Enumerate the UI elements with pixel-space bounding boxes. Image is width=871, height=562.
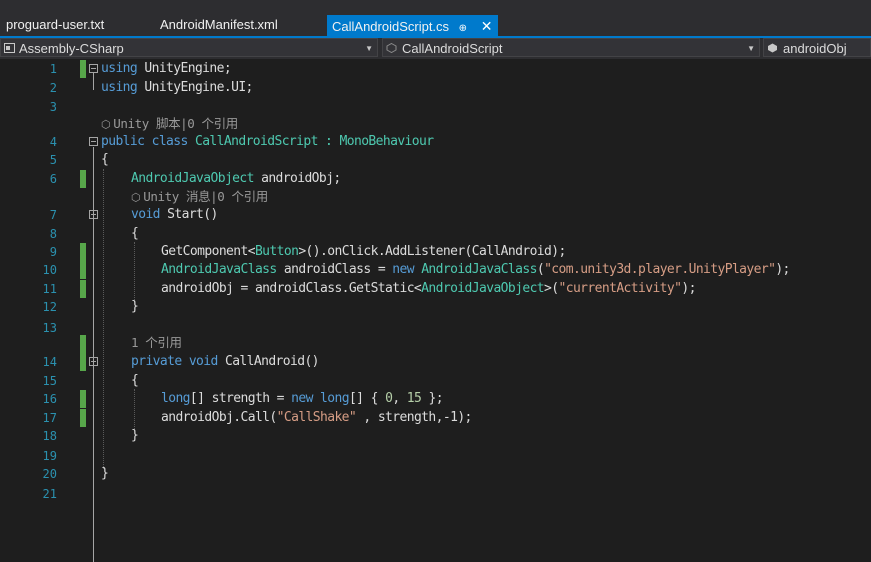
change-indicator — [80, 170, 86, 188]
code-line[interactable]: 6 AndroidJavaObject androidObj; — [0, 170, 871, 188]
code-line[interactable]: 17 androidObj.Call("CallShake" , strengt… — [0, 409, 871, 427]
code-line[interactable]: 21 — [0, 485, 871, 503]
field-icon — [768, 43, 777, 53]
unity-icon: ⬡ — [101, 118, 111, 131]
code-text: void Start() — [131, 207, 218, 222]
line-number: 16 — [42, 392, 57, 406]
code-text: { — [101, 152, 109, 167]
unity-icon: ⬡ — [131, 191, 141, 204]
line-number: 17 — [42, 411, 57, 425]
line-number: 1 — [49, 62, 57, 76]
line-number: 2 — [49, 81, 57, 95]
code-line[interactable]: 20 } — [0, 465, 871, 483]
tab-label: proguard-user.txt — [6, 17, 105, 32]
document-tab-strip: proguard-user.txt AndroidManifest.xml Ca… — [0, 0, 871, 37]
code-text: long[] strength = new long[] { 0, 15 }; — [161, 391, 444, 406]
change-indicator — [80, 280, 86, 298]
code-text: AndroidJavaObject androidObj; — [131, 171, 341, 186]
code-text: { — [131, 373, 139, 388]
code-text: } — [131, 428, 139, 443]
member-dropdown[interactable]: androidObj — [763, 38, 871, 57]
collapse-icon[interactable] — [89, 64, 98, 73]
code-line[interactable]: 9 GetComponent<Button>().onClick.AddList… — [0, 243, 871, 261]
line-number: 20 — [42, 467, 57, 481]
codelens-start-references[interactable]: ⬡ Unity 消息|0 个引用 — [131, 188, 268, 207]
line-number: 7 — [49, 208, 57, 222]
tab-call-android-script[interactable]: CallAndroidScript.cs ⊕ ✕ — [327, 15, 499, 37]
code-line[interactable]: 18 } — [0, 427, 871, 445]
tab-android-manifest[interactable]: AndroidManifest.xml — [160, 15, 278, 35]
code-line[interactable]: 15 { — [0, 372, 871, 390]
code-text: } — [101, 466, 109, 481]
line-number: 5 — [49, 153, 57, 167]
navigation-bar: Assembly-CSharp ▼ CallAndroidScript ▼ an… — [0, 38, 871, 59]
codelens-callandroid-references[interactable]: 1 个引用 — [131, 334, 182, 352]
tab-proguard-user[interactable]: proguard-user.txt — [6, 15, 104, 35]
change-indicator — [80, 261, 86, 279]
code-line[interactable]: 16 long[] strength = new long[] { 0, 15 … — [0, 390, 871, 408]
project-name: Assembly-CSharp — [19, 41, 124, 56]
line-number: 10 — [42, 263, 57, 277]
code-text: } — [131, 299, 139, 314]
code-text: AndroidJavaClass androidClass = new Andr… — [161, 262, 790, 277]
collapse-icon[interactable] — [89, 137, 98, 146]
line-number: 15 — [42, 374, 57, 388]
line-number: 4 — [49, 135, 57, 149]
line-number: 18 — [42, 429, 57, 443]
code-line[interactable]: 5 { — [0, 151, 871, 169]
project-dropdown[interactable]: Assembly-CSharp ▼ — [0, 38, 378, 57]
class-dropdown[interactable]: CallAndroidScript ▼ — [382, 38, 760, 57]
line-number: 3 — [49, 100, 57, 114]
line-number: 13 — [42, 321, 57, 335]
code-line[interactable]: 4 public class CallAndroidScript : MonoB… — [0, 133, 871, 151]
code-text: using UnityEngine.UI; — [101, 80, 253, 95]
line-number: 11 — [42, 282, 57, 296]
code-text: { — [131, 226, 139, 241]
line-number: 21 — [42, 487, 57, 501]
code-line[interactable]: 3 — [0, 98, 871, 116]
line-number: 12 — [42, 300, 57, 314]
change-indicator — [80, 409, 86, 427]
code-text: androidObj.Call("CallShake" , strength,-… — [161, 410, 472, 425]
change-indicator — [80, 243, 86, 261]
collapse-icon[interactable] — [89, 210, 98, 219]
chevron-down-icon: ▼ — [365, 44, 373, 53]
line-number: 19 — [42, 449, 57, 463]
line-number: 9 — [49, 245, 57, 259]
code-line[interactable]: 2 using UnityEngine.UI; — [0, 79, 871, 97]
line-number: 8 — [49, 227, 57, 241]
tab-label: CallAndroidScript.cs — [332, 19, 450, 34]
codelens-class-references[interactable]: ⬡ Unity 脚本|0 个引用 — [101, 115, 238, 134]
code-text: public class CallAndroidScript : MonoBeh… — [101, 134, 434, 149]
code-line[interactable]: 12 } — [0, 298, 871, 316]
line-number: 14 — [42, 355, 57, 369]
member-name: androidObj — [783, 41, 847, 56]
change-indicator — [80, 335, 86, 371]
code-line[interactable]: 1 using UnityEngine; — [0, 60, 871, 78]
line-number: 6 — [49, 172, 57, 186]
close-icon[interactable]: ✕ — [481, 15, 493, 37]
code-line[interactable]: 19 — [0, 447, 871, 465]
code-text: private void CallAndroid() — [131, 354, 320, 369]
code-editor[interactable]: 1 using UnityEngine; 2 using UnityEngine… — [0, 59, 871, 562]
code-text: androidObj = androidClass.GetStatic<Andr… — [161, 281, 696, 296]
code-line[interactable]: 14 private void CallAndroid() — [0, 335, 871, 371]
project-icon — [4, 43, 15, 53]
change-indicator — [80, 390, 86, 408]
class-name: CallAndroidScript — [402, 41, 503, 56]
change-indicator — [80, 60, 86, 78]
code-line[interactable]: 11 androidObj = androidClass.GetStatic<A… — [0, 280, 871, 298]
code-line[interactable]: 8 { — [0, 225, 871, 243]
collapse-icon[interactable] — [89, 357, 98, 366]
code-line[interactable]: 7 void Start() — [0, 206, 871, 224]
chevron-down-icon: ▼ — [747, 44, 755, 53]
code-text: GetComponent<Button>().onClick.AddListen… — [161, 244, 566, 259]
code-line[interactable]: 10 AndroidJavaClass androidClass = new A… — [0, 261, 871, 279]
tab-label: AndroidManifest.xml — [160, 17, 278, 32]
class-icon — [386, 43, 397, 53]
code-text: using UnityEngine; — [101, 61, 232, 76]
